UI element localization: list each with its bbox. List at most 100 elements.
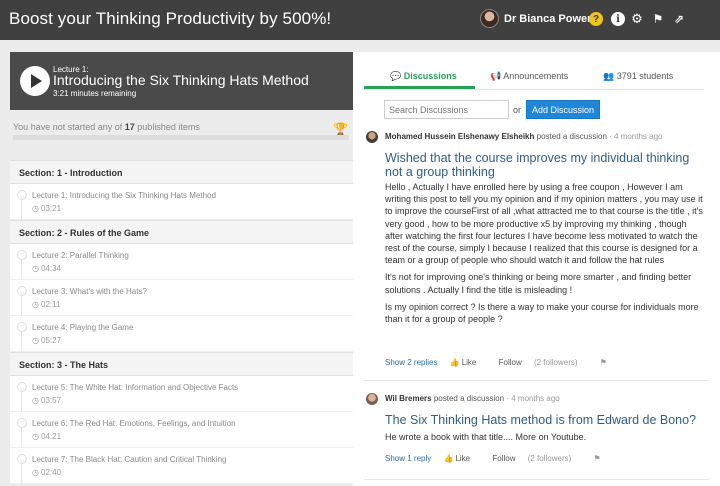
like-button[interactable]: 👍 Like [443,454,480,463]
follower-count: (2 followers) [533,358,578,367]
post-time: · 4 months ago [506,394,560,403]
search-discussions-input[interactable] [384,100,509,119]
clock-icon: ◷ [32,300,39,309]
chat-icon: 💬 [390,71,402,81]
post-actions: Show 2 replies 👍 Like Follow (2 followers… [385,358,617,367]
lecture-item[interactable]: Lecture 3: What's with the Hats? ◷ 02:11 [10,280,353,316]
timeline-line [21,428,22,448]
help-icon[interactable]: ? [589,12,603,26]
post-divider [364,479,709,480]
tab-discussions[interactable]: 💬 Discussions [390,71,457,82]
megaphone-icon: 📢 [490,71,502,81]
flag-icon[interactable]: ⚑ [651,12,665,26]
gear-icon[interactable]: ⚙ [630,11,644,26]
post-author[interactable]: Mohamed Hussein Elshenawy Elsheikh [385,132,534,141]
lecture-item[interactable]: Lecture 7: The Black Hat: Caution and Cr… [10,448,353,484]
curriculum-list: Section: 1 - Introduction Lecture 1: Intr… [10,160,353,484]
status-circle-icon [17,250,27,260]
lecture-item[interactable]: Lecture 5: The White Hat: Information an… [10,376,353,412]
clock-icon: ◷ [32,432,39,441]
top-bar: Boost your Thinking Productivity by 500%… [0,0,720,40]
time-remaining: 3:21 minutes remaining [53,89,137,98]
timeline-line [21,260,22,280]
status-circle-icon [17,190,27,200]
post-meta: Mohamed Hussein Elshenawy Elsheikh poste… [385,132,663,141]
avatar[interactable] [366,131,378,143]
lecture-item-title[interactable]: Lecture 3: What's with the Hats? [32,287,147,296]
discussion-panel: 💬 Discussions 📢 Announcements 👥 3791 stu… [353,52,720,486]
info-icon[interactable]: i [611,12,625,26]
flag-icon[interactable]: ⚑ [600,358,607,367]
users-icon: 👥 [603,71,615,81]
lecture-item-title[interactable]: Lecture 1: Introducing the Six Thinking … [32,191,216,200]
or-label: or [513,105,522,115]
lecture-item-title[interactable]: Lecture 4: Playing the Game [32,323,133,332]
flag-icon[interactable]: ⚑ [594,454,601,463]
lecture-duration: 03:21 [41,204,62,213]
left-panel: Lecture 1: Introducing the Six Thinking … [10,52,353,486]
clock-icon: ◷ [32,264,39,273]
lecture-title[interactable]: Introducing the Six Thinking Hats Method [53,72,309,88]
follower-count: (2 followers) [527,454,572,463]
avatar[interactable] [480,9,499,28]
lecture-duration: 02:11 [41,300,61,309]
lecture-duration: 02:40 [41,468,62,477]
progress-bar [13,135,349,140]
tab-announcements[interactable]: 📢 Announcements [490,71,568,82]
post-title[interactable]: The Six Thinking Hats method is from Edw… [385,413,705,427]
post-time: · 4 months ago [609,132,663,141]
tabs-divider [364,89,704,90]
lecture-duration: 05:27 [41,336,62,345]
lecture-item-title[interactable]: Lecture 2: Parallel Thinking [32,251,129,260]
current-lecture-player[interactable]: Lecture 1: Introducing the Six Thinking … [10,52,353,110]
timeline-line [21,332,22,352]
share-icon[interactable]: ⇗ [672,12,686,26]
post-body: He wrote a book with that title.... More… [385,432,587,442]
like-button[interactable]: 👍 Like [450,358,487,367]
lecture-item[interactable]: Lecture 2: Parallel Thinking ◷ 04:34 [10,244,353,280]
section-header[interactable]: Section: 1 - Introduction [10,160,353,184]
clock-icon: ◷ [32,336,39,345]
status-circle-icon [17,454,27,464]
item-count: 17 [124,122,135,132]
lecture-item-title[interactable]: Lecture 5: The White Hat: Information an… [32,383,238,392]
post-author[interactable]: Wil Bremers [385,394,432,403]
timeline-line [21,464,22,484]
follow-button[interactable]: Follow (2 followers) [492,454,581,463]
post-title[interactable]: Wished that the course improves my indiv… [385,151,705,179]
user-name[interactable]: Dr Bianca Power [504,13,591,25]
lecture-duration: 03:57 [41,396,62,405]
thumbs-up-icon: 👍 [443,454,454,463]
tab-students[interactable]: 👥 3791 students [603,71,673,82]
post-body: Hello , Actually I have enrolled here by… [385,182,703,325]
section-header[interactable]: Section: 3 - The Hats [10,352,353,376]
trophy-icon: 🏆 [333,122,348,136]
follow-button[interactable]: Follow (2 followers) [499,358,588,367]
show-replies-link[interactable]: Show 2 replies [385,358,437,367]
post-meta: Wil Bremers posted a discussion · 4 mont… [385,394,560,403]
clock-icon: ◷ [32,204,39,213]
timeline-line [21,392,22,412]
lecture-item-title[interactable]: Lecture 7: The Black Hat: Caution and Cr… [32,455,226,464]
status-circle-icon [17,322,27,332]
section-header[interactable]: Section: 2 - Rules of the Game [10,220,353,244]
clock-icon: ◷ [32,396,39,405]
show-replies-link[interactable]: Show 1 reply [385,454,431,463]
lecture-duration: 04:34 [41,264,62,273]
add-discussion-button[interactable]: Add Discussion [526,100,600,119]
post-divider [364,380,709,381]
lecture-duration: 04:21 [41,432,62,441]
lecture-item[interactable]: Lecture 6: The Red Hat: Emotions, Feelin… [10,412,353,448]
lecture-item[interactable]: Lecture 4: Playing the Game ◷ 05:27 [10,316,353,352]
tab-bar: 💬 Discussions 📢 Announcements 👥 3791 stu… [353,52,720,90]
status-circle-icon [17,382,27,392]
play-button[interactable] [20,66,50,96]
status-circle-icon [17,418,27,428]
lecture-item[interactable]: Lecture 1: Introducing the Six Thinking … [10,184,353,220]
course-title: Boost your Thinking Productivity by 500%… [9,9,332,28]
clock-icon: ◷ [32,468,39,477]
status-circle-icon [17,286,27,296]
avatar[interactable] [366,393,378,405]
lecture-item-title[interactable]: Lecture 6: The Red Hat: Emotions, Feelin… [32,419,236,428]
user-menu[interactable]: Dr Bianca Power [480,9,591,28]
